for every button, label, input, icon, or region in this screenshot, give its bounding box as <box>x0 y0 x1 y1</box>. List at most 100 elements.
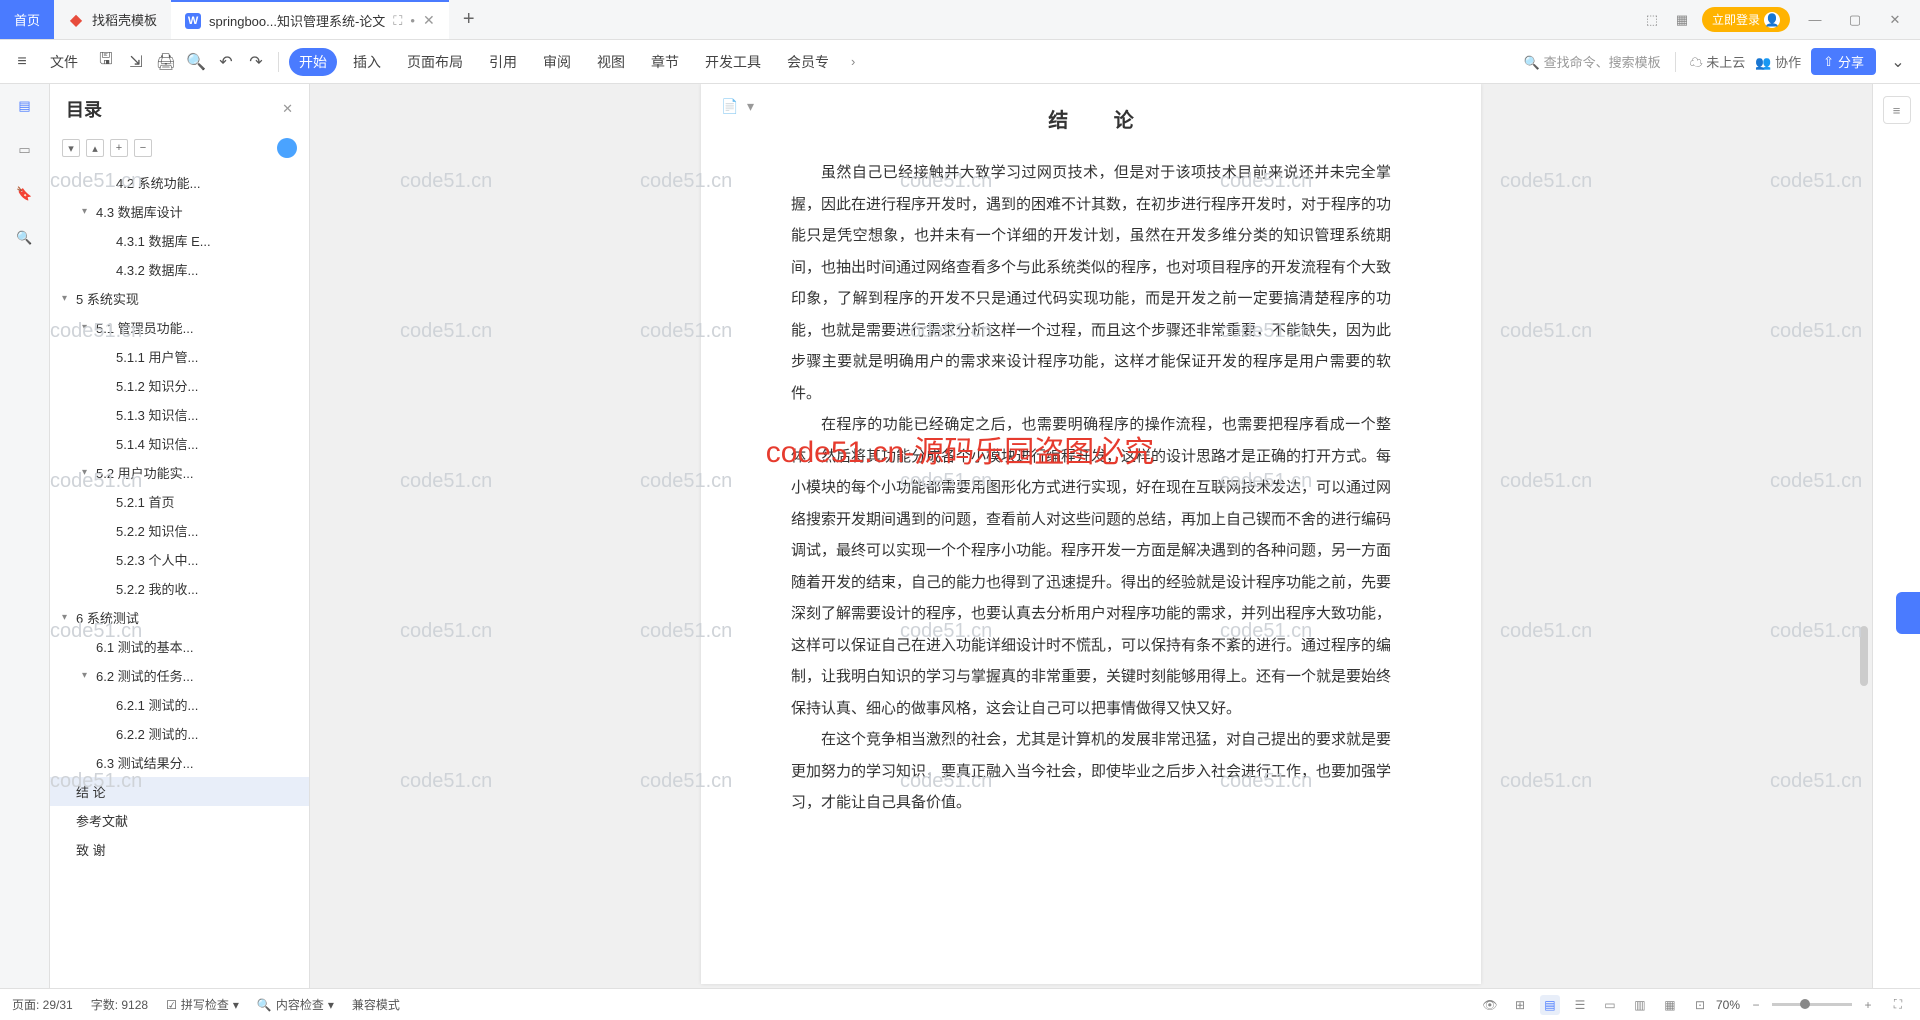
tab-home[interactable]: 首页 <box>0 0 54 39</box>
zoom-reset-icon[interactable]: ⊡ <box>1690 995 1710 1015</box>
sidebar: 目录 ✕ ▾ ▴ + − 4.2 系统功能...▾4.3 数据库设计4.3.1 … <box>50 84 310 988</box>
menu-视图[interactable]: 视图 <box>587 48 635 76</box>
toc-item[interactable]: ▾6.2 测试的任务... <box>50 661 309 690</box>
menu-nav-right-icon[interactable]: › <box>845 54 861 69</box>
close-window-button[interactable]: ✕ <box>1880 12 1910 28</box>
toc-item[interactable]: 5.1.4 知识信... <box>50 429 309 458</box>
spellcheck-button[interactable]: ☑ 拼写检查 ▾ <box>166 996 239 1013</box>
add-icon[interactable]: + <box>110 139 128 157</box>
toc-item[interactable]: ▾4.3 数据库设计 <box>50 197 309 226</box>
export-icon[interactable]: ⇲ <box>124 50 148 74</box>
chat-icon[interactable] <box>277 138 297 158</box>
collapse-all-icon[interactable]: ▾ <box>62 139 80 157</box>
zoom-out-icon[interactable]: − <box>1746 995 1766 1015</box>
share-button[interactable]: ⇧ 分享 <box>1811 48 1876 75</box>
collab-button[interactable]: 👥 协作 <box>1755 52 1801 71</box>
toc-item[interactable]: 参考文献 <box>50 806 309 835</box>
zoom-in-icon[interactable]: + <box>1858 995 1878 1015</box>
toc-item[interactable]: ▾5.1 管理员功能... <box>50 313 309 342</box>
toc-item[interactable]: 6.2.1 测试的... <box>50 690 309 719</box>
menu-审阅[interactable]: 审阅 <box>533 48 581 76</box>
view-read-icon[interactable]: ▥ <box>1630 995 1650 1015</box>
right-rail: ≡ <box>1872 84 1920 988</box>
toc-item[interactable]: 5.2.2 知识信... <box>50 516 309 545</box>
toc-item[interactable]: ▾5.2 用户功能实... <box>50 458 309 487</box>
expand-all-icon[interactable]: ▴ <box>86 139 104 157</box>
toc-item[interactable]: 5.2.3 个人中... <box>50 545 309 574</box>
doc-heading: 结 论 <box>791 104 1391 133</box>
tab-docao[interactable]: ◆ 找稻壳模板 <box>54 0 171 39</box>
toc-item[interactable]: ▾6 系统测试 <box>50 603 309 632</box>
toc-item[interactable]: 4.2 系统功能... <box>50 168 309 197</box>
left-rail: ▤ ▭ 🔖 🔍 <box>0 84 50 988</box>
user-icon: 👤 <box>1764 12 1780 28</box>
redo-icon[interactable]: ↷ <box>244 50 268 74</box>
undo-icon[interactable]: ↶ <box>214 50 238 74</box>
menu-插入[interactable]: 插入 <box>343 48 391 76</box>
compat-mode[interactable]: 兼容模式 <box>352 996 400 1013</box>
print-icon[interactable]: 🖨 <box>154 50 178 74</box>
view-outline-icon[interactable]: ☰ <box>1570 995 1590 1015</box>
scrollbar-vertical[interactable] <box>1858 90 1870 984</box>
toc-item[interactable]: 6.2.2 测试的... <box>50 719 309 748</box>
view-page-icon[interactable]: ▤ <box>1540 995 1560 1015</box>
tab-document[interactable]: W springboo...知识管理系统-论文 ⛶ • ✕ <box>171 0 449 39</box>
menu-icon[interactable]: ≡ <box>10 50 34 74</box>
toc-item[interactable]: 4.3.1 数据库 E... <box>50 226 309 255</box>
remove-icon[interactable]: − <box>134 139 152 157</box>
menu-章节[interactable]: 章节 <box>641 48 689 76</box>
menu-会员专[interactable]: 会员专 <box>777 48 839 76</box>
toolbar: ≡ 文件 🖫 ⇲ 🖨 🔍 ↶ ↷ 开始插入页面布局引用审阅视图章节开发工具会员专… <box>0 40 1920 84</box>
word-count[interactable]: 字数: 9128 <box>91 996 148 1013</box>
toc-item[interactable]: 5.2.1 首页 <box>50 487 309 516</box>
search-box[interactable]: 🔍 查找命令、搜索模板 <box>1524 52 1661 71</box>
toc-item[interactable]: 4.3.2 数据库... <box>50 255 309 284</box>
toc-item[interactable]: 结 论 <box>50 777 309 806</box>
file-menu[interactable]: 文件 <box>40 48 88 76</box>
menu-页面布局[interactable]: 页面布局 <box>397 48 473 76</box>
nav-icon[interactable]: ⊞ <box>1510 995 1530 1015</box>
add-tab-button[interactable]: + <box>449 0 489 39</box>
search-rail-icon[interactable]: 🔍 <box>13 226 37 250</box>
apps-icon[interactable]: ▦ <box>1672 10 1692 30</box>
expand-icon[interactable]: ⌄ <box>1886 50 1910 74</box>
sidebar-title: 目录 <box>66 96 102 122</box>
document-page: 📄 ▾ 结 论 虽然自己已经接触并大致学习过网页技术，但是对于该项技术目前来说还… <box>701 84 1481 984</box>
page-dropdown-icon[interactable]: ▾ <box>747 98 765 116</box>
eye-icon[interactable]: 👁 <box>1480 995 1500 1015</box>
menu-引用[interactable]: 引用 <box>479 48 527 76</box>
cloud-status[interactable]: ☁ 未上云 <box>1690 52 1746 71</box>
toc-item[interactable]: 6.3 测试结果分... <box>50 748 309 777</box>
feedback-tab[interactable] <box>1896 592 1920 634</box>
page-tool-icon[interactable]: 📄 <box>721 98 739 116</box>
toc-item[interactable]: 5.1.1 用户管... <box>50 342 309 371</box>
login-button[interactable]: 立即登录 👤 <box>1702 7 1790 32</box>
toc-item[interactable]: 5.2.2 我的收... <box>50 574 309 603</box>
properties-icon[interactable]: ≡ <box>1883 96 1911 124</box>
zoom-slider[interactable] <box>1772 1003 1852 1006</box>
menu-开始[interactable]: 开始 <box>289 48 337 76</box>
toc-item[interactable]: ▾5 系统实现 <box>50 284 309 313</box>
document-viewport[interactable]: 📄 ▾ 结 论 虽然自己已经接触并大致学习过网页技术，但是对于该项技术目前来说还… <box>310 84 1872 988</box>
maximize-button[interactable]: ▢ <box>1840 12 1870 28</box>
zoom-value[interactable]: 70% <box>1716 998 1740 1012</box>
page-indicator[interactable]: 页面: 29/31 <box>12 996 73 1013</box>
toc-item[interactable]: 5.1.2 知识分... <box>50 371 309 400</box>
slide-icon[interactable]: ▭ <box>13 138 37 162</box>
sidebar-close-icon[interactable]: ✕ <box>282 101 293 117</box>
view-comment-icon[interactable]: ▦ <box>1660 995 1680 1015</box>
preview-icon[interactable]: 🔍 <box>184 50 208 74</box>
close-icon[interactable]: ✕ <box>423 12 435 29</box>
outline-icon[interactable]: ▤ <box>13 94 37 118</box>
toc-item[interactable]: 致 谢 <box>50 835 309 864</box>
bookmark-icon[interactable]: 🔖 <box>13 182 37 206</box>
view-web-icon[interactable]: ▭ <box>1600 995 1620 1015</box>
toc-item[interactable]: 5.1.3 知识信... <box>50 400 309 429</box>
fullscreen-icon[interactable]: ⛶ <box>1888 995 1908 1015</box>
minimize-button[interactable]: — <box>1800 12 1830 27</box>
contentcheck-button[interactable]: 🔍 内容检查 ▾ <box>257 996 334 1013</box>
toc-item[interactable]: 6.1 测试的基本... <box>50 632 309 661</box>
menu-开发工具[interactable]: 开发工具 <box>695 48 771 76</box>
panel-icon[interactable]: ⬚ <box>1642 10 1662 30</box>
save-icon[interactable]: 🖫 <box>94 50 118 74</box>
